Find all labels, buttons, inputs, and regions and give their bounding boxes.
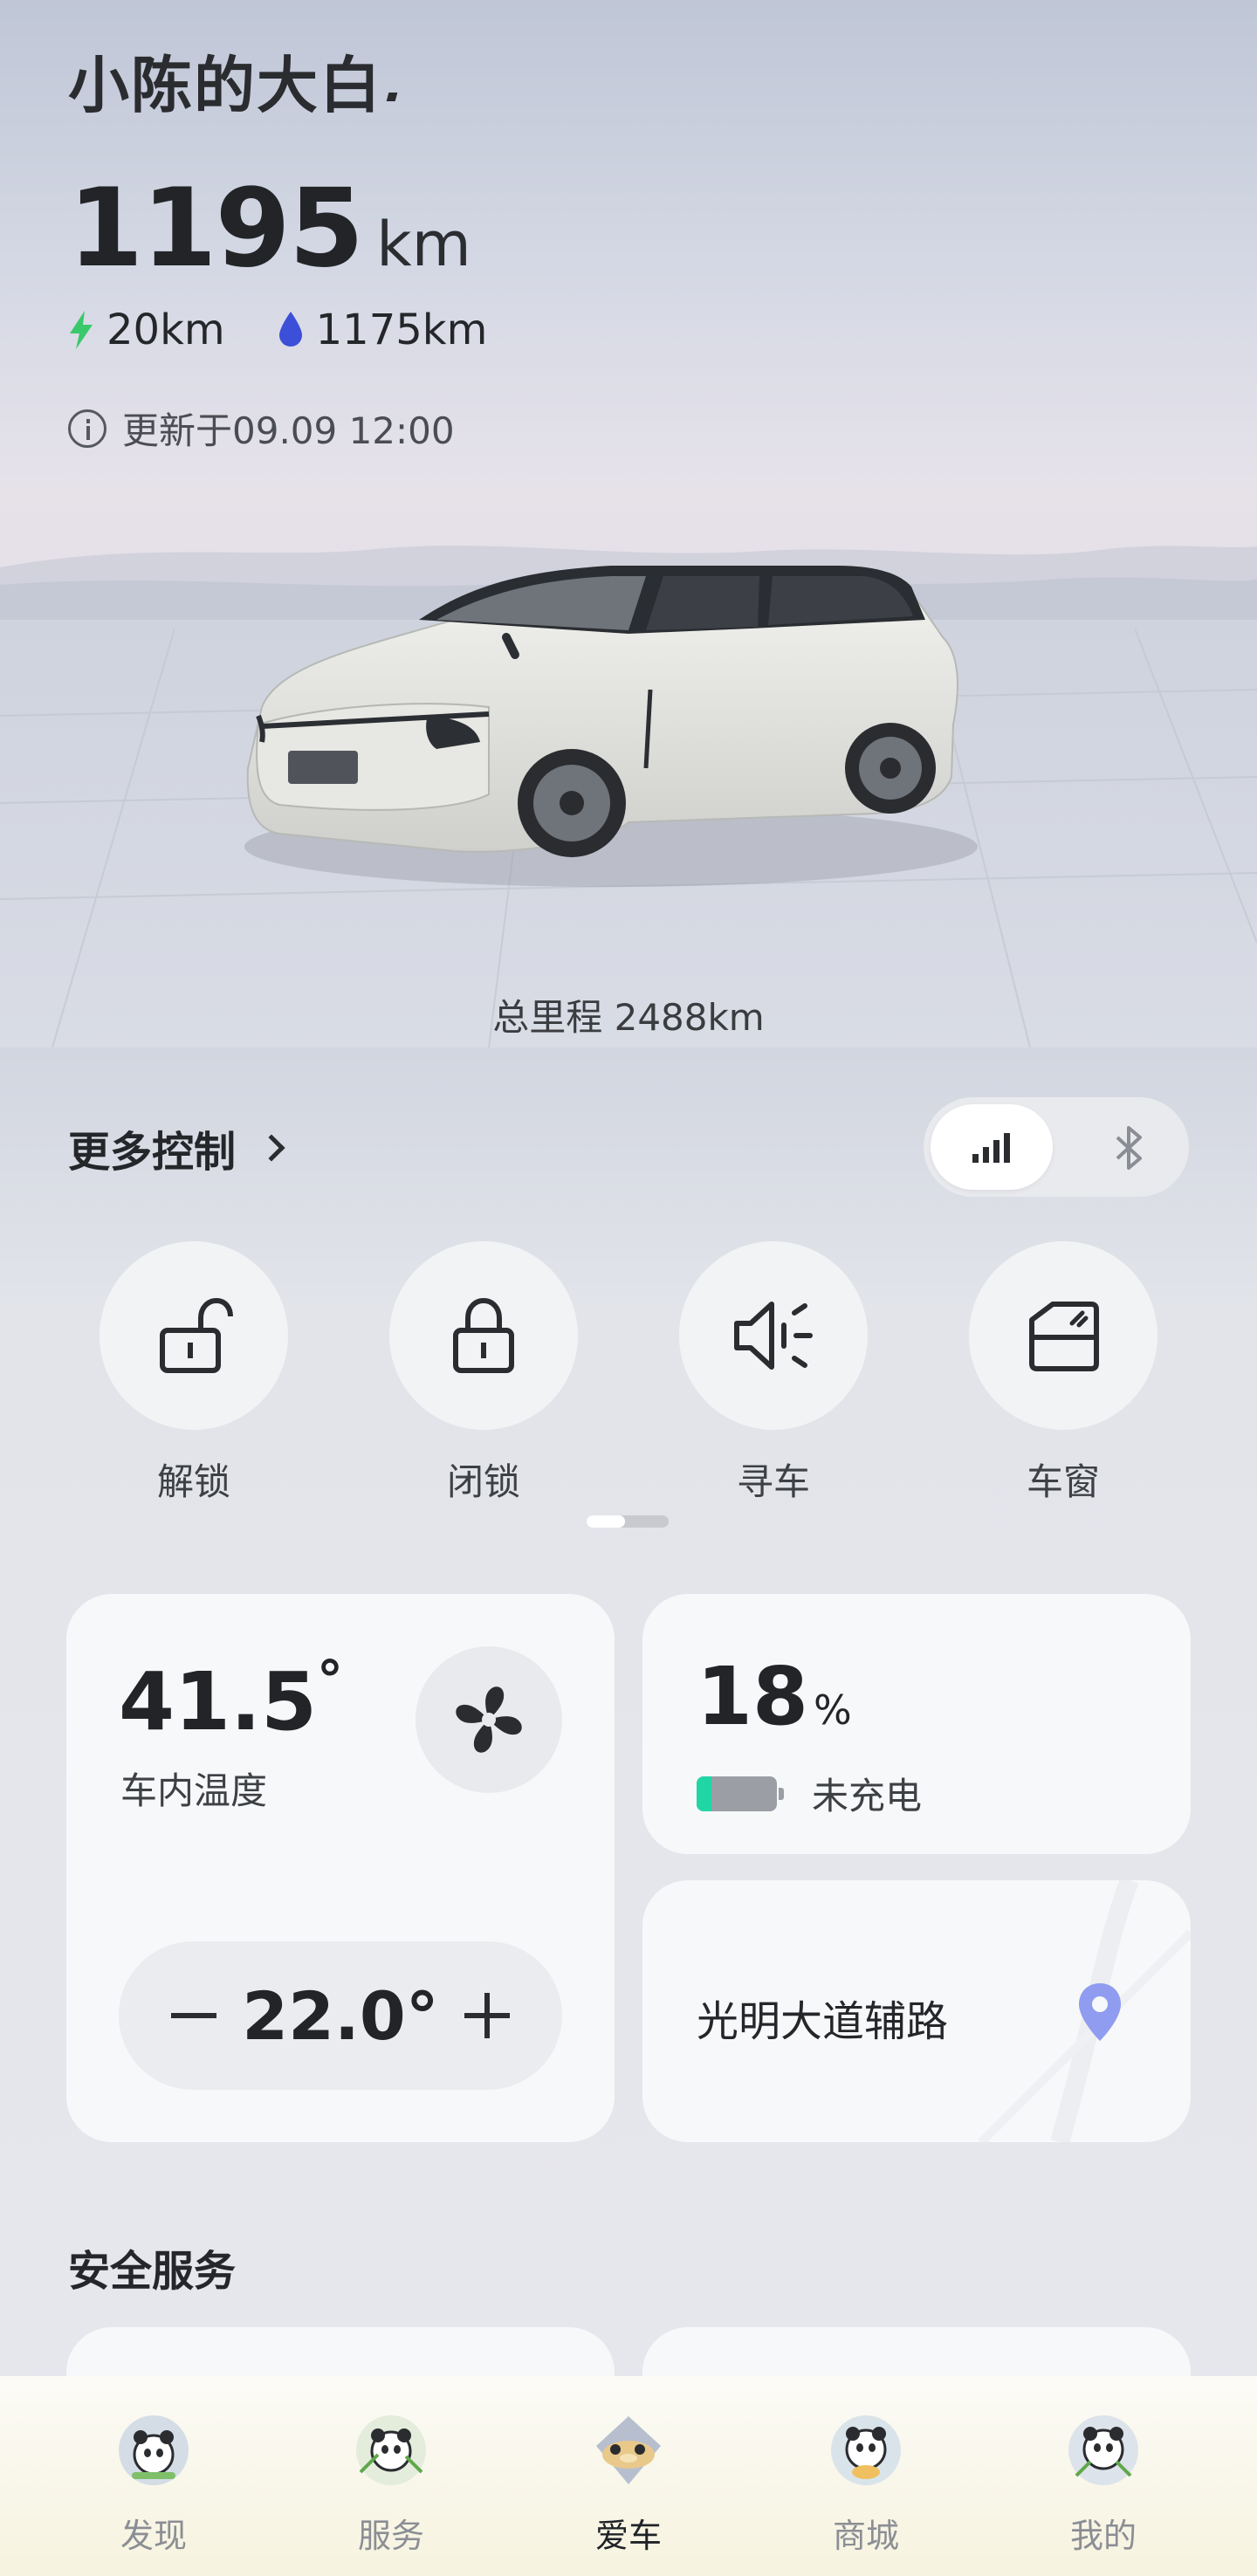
tab-my-car[interactable]: 爱车 (532, 2376, 725, 2576)
unlock-icon (160, 1297, 233, 1373)
car-scene[interactable] (0, 489, 1257, 1048)
chevron-right-icon (258, 1134, 285, 1162)
inside-temp: 41.5° (119, 1650, 343, 1748)
connection-toggle[interactable] (924, 1097, 1189, 1197)
tab-mine-label: 我的 (1069, 2517, 1137, 2555)
panda-car-icon (596, 2416, 661, 2484)
range-value: 1195 (68, 166, 364, 292)
temp-setter: 22.0° (119, 1941, 562, 2090)
lock-button[interactable]: 闭锁 (388, 1241, 580, 1506)
range-breakdown: 20km 1175km (68, 306, 539, 354)
bottom-tab-bar: 发现 服务 爱车 商城 我的 (0, 2376, 1257, 2576)
car-name[interactable]: 小陈的大白 (68, 37, 398, 125)
inside-temp-unit: ° (317, 1650, 343, 1711)
fuel-range: 1175km (278, 306, 488, 354)
name-dot (386, 93, 398, 101)
charging-status: 未充电 (697, 1767, 922, 1820)
battery-tip (779, 1787, 784, 1800)
more-controls-label: 更多控制 (68, 1128, 237, 1177)
fan-icon (456, 1686, 522, 1753)
lightning-icon (70, 311, 93, 349)
signal-toggle-option[interactable] (931, 1104, 1053, 1190)
battery-card[interactable]: 18% 未充电 (642, 1594, 1191, 1854)
more-controls-link[interactable]: 更多控制 (68, 1117, 285, 1178)
car-image (0, 489, 1257, 1048)
inside-temp-value: 41.5 (119, 1655, 317, 1748)
battery-percent-value: 18 (697, 1650, 809, 1743)
update-time-text: 更新于09.09 12:00 (122, 409, 455, 452)
minus-icon (171, 2013, 216, 2018)
set-temp-value: 22.0° (242, 1976, 439, 2055)
fuel-range-value: 1175km (315, 306, 488, 354)
window-button[interactable]: 车窗 (967, 1241, 1159, 1506)
page-indicator-current (587, 1515, 625, 1528)
signal-icon (972, 1133, 1010, 1163)
tab-mine[interactable]: 我的 (1007, 2376, 1199, 2576)
page-indicator (587, 1515, 669, 1528)
panda-service-icon (356, 2415, 426, 2485)
tab-service[interactable]: 服务 (295, 2376, 487, 2576)
lock-circle[interactable] (389, 1241, 578, 1430)
tab-my-car-label: 爱车 (594, 2517, 662, 2555)
lock-label: 闭锁 (446, 1460, 520, 1503)
unlock-button[interactable]: 解锁 (98, 1241, 290, 1506)
battery-icon (697, 1776, 784, 1811)
find-car-speaker-icon (734, 1302, 813, 1370)
battery-fill (697, 1776, 711, 1811)
tab-service-label: 服务 (357, 2517, 424, 2555)
battery-percent-unit: % (814, 1686, 852, 1734)
charging-status-text: 未充电 (812, 1775, 923, 1817)
window-icon (1029, 1302, 1099, 1371)
tab-discover[interactable]: 发现 (58, 2376, 250, 2576)
lock-icon (453, 1297, 514, 1373)
update-time[interactable]: 更新于09.09 12:00 (68, 402, 455, 455)
electric-range-value: 20km (106, 306, 225, 354)
map-background (978, 1880, 1191, 2142)
battery-percent: 18% (697, 1650, 852, 1743)
fuel-drop-icon (278, 312, 302, 347)
plus-icon-v (484, 1993, 490, 2038)
location-address: 光明大道辅路 (697, 1997, 949, 2046)
panda-profile-icon (1068, 2415, 1138, 2485)
total-mileage: 总里程 2488km (492, 996, 765, 1039)
quick-controls: 解锁 闭锁 寻车 车窗 (0, 1241, 1257, 1506)
range-unit: km (376, 209, 471, 280)
info-icon (68, 409, 106, 448)
safety-section-title: 安全服务 (68, 2247, 237, 2296)
car-name-text: 小陈的大白 (68, 50, 382, 121)
find-car-button[interactable]: 寻车 (677, 1241, 869, 1506)
tab-mall-label: 商城 (832, 2517, 899, 2555)
find-car-label: 寻车 (736, 1460, 810, 1503)
total-range: 1195 km (68, 166, 471, 292)
tab-discover-label: 发现 (120, 2517, 187, 2555)
temp-decrease-button[interactable] (168, 1989, 220, 2042)
temp-increase-button[interactable] (461, 1989, 513, 2042)
location-pin-icon (1079, 1983, 1121, 2041)
window-label: 车窗 (1026, 1460, 1100, 1503)
panda-mall-icon (831, 2415, 901, 2485)
inside-temp-label: 车内温度 (120, 1769, 268, 1812)
find-car-circle[interactable] (679, 1241, 868, 1430)
panda-discover-icon (119, 2415, 189, 2485)
window-circle[interactable] (969, 1241, 1157, 1430)
location-card[interactable]: 光明大道辅路 (642, 1880, 1191, 2142)
bluetooth-icon (1116, 1126, 1142, 1170)
unlock-label: 解锁 (156, 1460, 230, 1503)
fan-button[interactable] (416, 1646, 562, 1793)
electric-range: 20km (68, 306, 225, 354)
climate-card[interactable]: 41.5° 车内温度 22.0° (66, 1594, 615, 2142)
bluetooth-toggle-option[interactable] (1105, 1123, 1154, 1172)
tab-mall[interactable]: 商城 (770, 2376, 962, 2576)
unlock-circle[interactable] (100, 1241, 288, 1430)
